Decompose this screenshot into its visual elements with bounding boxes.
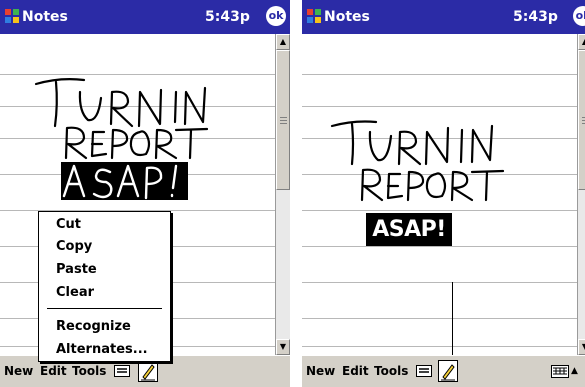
clock[interactable]: 5:43p <box>513 8 558 26</box>
app-title: Notes <box>306 8 370 26</box>
menu-item-alternates[interactable]: Alternates... <box>56 341 148 358</box>
vertical-scrollbar[interactable]: ▲ ▼ <box>275 34 290 355</box>
recording-toolbar-icon[interactable] <box>114 365 130 377</box>
scroll-up-arrow-icon[interactable]: ▲ <box>276 34 290 50</box>
menu-tools[interactable]: Tools <box>72 363 106 379</box>
menu-item-cut[interactable]: Cut <box>56 216 81 233</box>
title-bar: Notes 5:43p ok <box>0 0 290 34</box>
scroll-thumb[interactable] <box>276 50 290 190</box>
menu-separator <box>47 308 162 309</box>
menu-item-recognize[interactable]: Recognize <box>56 318 131 335</box>
pen-button[interactable] <box>138 360 158 382</box>
windows-logo-icon[interactable] <box>306 8 322 24</box>
title-bar: Notes 5:43p ok <box>302 0 585 34</box>
input-panel-arrow-icon[interactable]: ▲ <box>571 365 578 377</box>
app-title: Notes <box>4 8 68 26</box>
ok-button[interactable]: ok <box>573 6 585 26</box>
context-menu: Cut Copy Paste Clear Recognize Alternate… <box>38 211 171 362</box>
recognized-text[interactable]: ASAP! <box>366 213 452 246</box>
ok-button[interactable]: ok <box>266 6 286 26</box>
handwriting-ink[interactable] <box>302 34 577 355</box>
menu-item-copy[interactable]: Copy <box>56 238 92 255</box>
app-title-text: Notes <box>22 9 68 25</box>
scroll-up-arrow-icon[interactable]: ▲ <box>578 34 585 50</box>
scroll-thumb[interactable] <box>578 50 585 190</box>
menu-item-paste[interactable]: Paste <box>56 261 97 278</box>
note-canvas[interactable] <box>302 34 577 355</box>
keyboard-icon[interactable] <box>551 365 569 378</box>
right-screen: Notes 5:43p ok <box>302 0 585 387</box>
pen-icon <box>441 364 455 381</box>
scroll-down-arrow-icon[interactable]: ▼ <box>578 339 585 355</box>
menu-edit[interactable]: Edit <box>40 363 67 379</box>
windows-logo-icon[interactable] <box>4 8 20 24</box>
recognition-pointer-line <box>452 282 453 355</box>
command-bar: New Edit Tools ▲ <box>302 355 585 387</box>
menu-new[interactable]: New <box>4 363 33 379</box>
menu-item-clear[interactable]: Clear <box>56 284 94 301</box>
clock[interactable]: 5:43p <box>205 8 250 26</box>
menu-tools[interactable]: Tools <box>374 363 408 379</box>
recording-toolbar-icon[interactable] <box>416 365 432 377</box>
pen-icon <box>141 364 155 381</box>
left-screen: Notes 5:43p ok ▲ ▼ New Edit Tools Cut Co… <box>0 0 290 387</box>
app-title-text: Notes <box>324 9 370 25</box>
menu-new[interactable]: New <box>306 363 335 379</box>
menu-edit[interactable]: Edit <box>342 363 369 379</box>
vertical-scrollbar[interactable]: ▲ ▼ <box>577 34 585 355</box>
pen-button[interactable] <box>438 360 458 382</box>
scroll-down-arrow-icon[interactable]: ▼ <box>276 339 290 355</box>
